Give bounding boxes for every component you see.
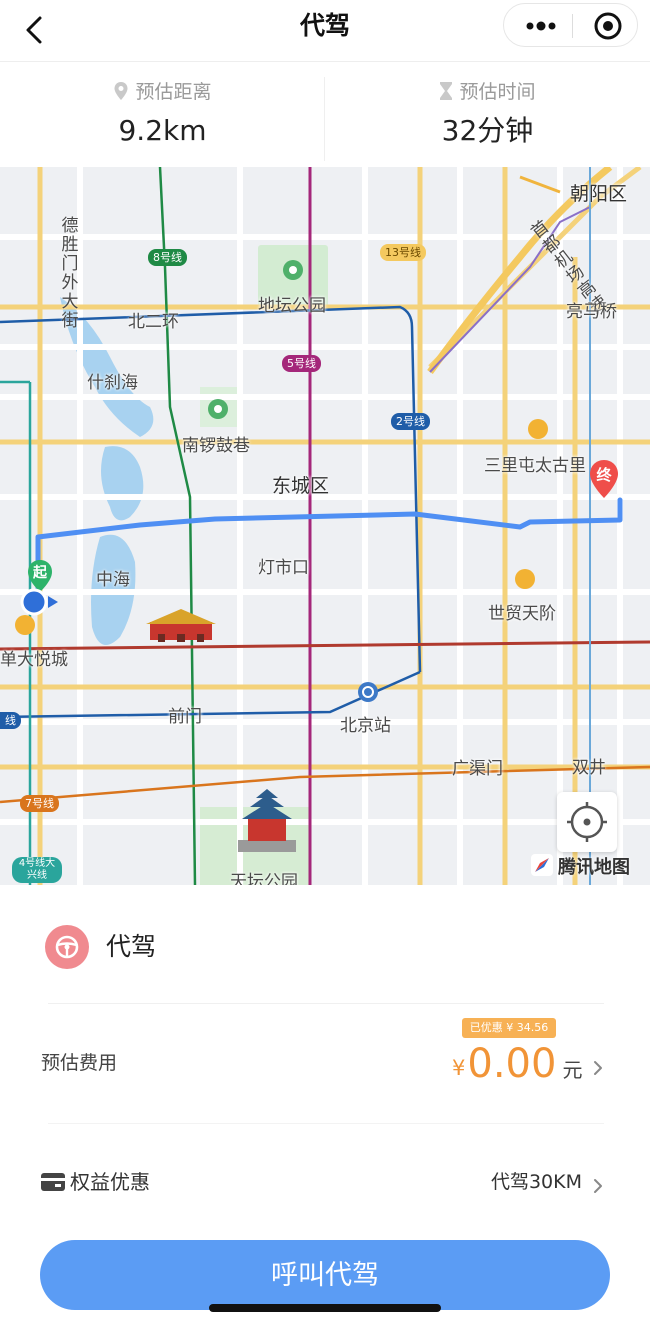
- estimated-fee-value[interactable]: ¥0.00 元: [452, 1036, 582, 1092]
- start-marker-label: 起: [33, 565, 47, 581]
- subway-badge-line4: 4号线大兴线: [12, 857, 62, 883]
- currency-symbol: ¥: [452, 1056, 466, 1080]
- steering-wheel-icon: [55, 935, 79, 959]
- map-label-shimao: 世贸天阶: [488, 604, 556, 624]
- end-marker[interactable]: 终: [588, 459, 620, 499]
- route-map[interactable]: 朝阳区 德胜门外大街 8号线 13号线 首都机场高速 地坛公园 北二环 亮马桥 …: [0, 167, 650, 885]
- chevron-right-icon: [594, 1179, 602, 1193]
- chevron-right-icon: [594, 1061, 602, 1075]
- mini-program-capsule: [503, 3, 638, 47]
- service-name: 代驾: [106, 932, 157, 961]
- fee-amount: 0.00: [467, 1041, 557, 1087]
- nav-bar: 代驾: [0, 0, 650, 62]
- more-dots-icon: [526, 21, 556, 31]
- benefit-value[interactable]: 代驾30KM: [491, 1167, 582, 1197]
- close-mini-program-button[interactable]: [584, 4, 632, 48]
- card-icon: [41, 1173, 65, 1191]
- map-provider-watermark: 腾讯地图: [530, 853, 630, 881]
- map-label-chaoyang: 朝阳区: [570, 183, 628, 205]
- current-location-marker: [18, 587, 62, 617]
- compass-logo-icon: [531, 854, 553, 876]
- map-label-dengshikou: 灯市口: [258, 558, 309, 578]
- navigation-arrow-icon: [20, 588, 58, 616]
- capsule-divider: [572, 14, 573, 38]
- map-label-guangqumen: 广渠门: [452, 759, 503, 779]
- distance-estimate: 预估距离 9.2km: [0, 77, 325, 153]
- map-background: [0, 167, 650, 885]
- hourglass-icon: [440, 82, 453, 100]
- map-label-liangmaqiao: 亮马桥: [566, 302, 617, 322]
- distance-value: 9.2km: [118, 114, 207, 147]
- target-circle-icon: [594, 12, 622, 40]
- call-driver-button[interactable]: 呼叫代驾: [40, 1240, 610, 1310]
- subway-badge-line2: 2号线: [391, 413, 430, 430]
- end-marker-label: 终: [596, 466, 612, 484]
- map-label-nanluoguxiang: 南锣鼓巷: [182, 436, 250, 456]
- time-estimate: 预估时间 32分钟: [325, 77, 650, 153]
- map-label-tiantan: 天坛公园: [230, 872, 298, 885]
- discount-badge: 已优惠 ¥ 34.56: [462, 1018, 556, 1038]
- trip-estimate-panel: 预估距离 9.2km 预估时间 32分钟: [0, 63, 650, 167]
- service-icon: [45, 925, 89, 969]
- map-label-bei-er-huan: 北二环: [128, 312, 179, 332]
- benefit-label: 权益优惠: [70, 1170, 150, 1194]
- map-label-qianmen: 前门: [168, 707, 202, 727]
- divider: [48, 1123, 604, 1124]
- subway-badge-line13: 13号线: [380, 244, 426, 261]
- map-label-xidan: 单大悦城: [0, 650, 68, 670]
- watermark-text: 腾讯地图: [558, 857, 630, 878]
- map-label-beijing-station: 北京站: [340, 716, 391, 736]
- map-label-ditan-park: 地坛公园: [258, 296, 326, 316]
- map-label-shuangjing: 双井: [572, 758, 606, 778]
- fee-unit: 元: [562, 1058, 583, 1082]
- divider: [48, 1003, 604, 1004]
- map-label-zhonghai: 中海: [96, 570, 130, 590]
- distance-label: 预估距离: [135, 81, 212, 103]
- location-pin-icon: [114, 82, 128, 100]
- subway-badge-left: 线: [0, 712, 21, 729]
- map-label-sanlitun: 三里屯太古里: [484, 456, 586, 476]
- map-label-dongcheng: 东城区: [272, 475, 330, 497]
- more-button[interactable]: [518, 4, 564, 48]
- subway-badge-line7: 7号线: [20, 795, 59, 812]
- subway-badge-line5: 5号线: [282, 355, 321, 372]
- benefit-detail-chevron[interactable]: [592, 1176, 604, 1200]
- crosshair-icon: [567, 802, 607, 842]
- fee-detail-chevron[interactable]: [592, 1058, 604, 1082]
- home-indicator: [209, 1304, 441, 1312]
- time-label: 预估时间: [459, 81, 536, 103]
- map-label-shichahai: 什刹海: [87, 373, 138, 393]
- time-value: 32分钟: [441, 114, 534, 147]
- subway-badge-line8: 8号线: [148, 249, 187, 266]
- estimated-fee-label: 预估费用: [41, 1052, 118, 1074]
- map-label-deshengmen: 德胜门外大街: [61, 216, 79, 331]
- relocate-button[interactable]: [557, 792, 617, 852]
